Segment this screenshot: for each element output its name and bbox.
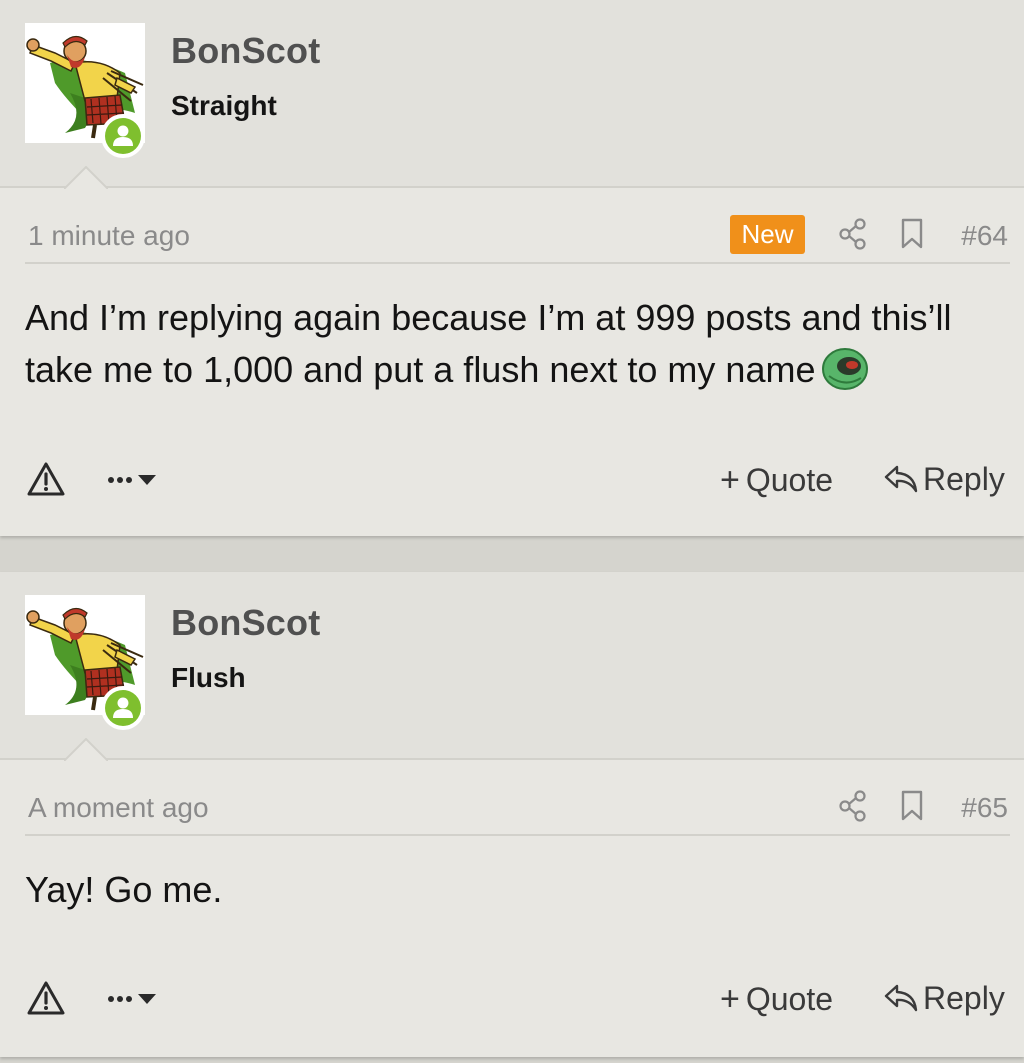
post-number[interactable]: #65 xyxy=(961,792,1008,824)
post-content: Yay! Go me. xyxy=(25,864,1010,916)
reply-label: Reply xyxy=(923,980,1005,1016)
bookmark-icon[interactable] xyxy=(900,218,924,250)
username[interactable]: BonScot xyxy=(171,30,320,72)
post-64: BonScot Straight 1 minute ago New #64 An… xyxy=(0,0,1024,536)
quote-label: Quote xyxy=(745,462,834,498)
post-text: Yay! Go me. xyxy=(25,869,223,910)
share-icon[interactable] xyxy=(838,790,868,822)
header-pointer xyxy=(64,166,108,189)
online-status-icon xyxy=(101,114,145,158)
quote-button[interactable]: + Quote xyxy=(720,461,833,500)
report-icon[interactable] xyxy=(27,980,65,1016)
share-icon[interactable] xyxy=(838,218,868,250)
post-user-header: BonScot Straight xyxy=(0,0,1024,188)
post-meta-row: 1 minute ago New #64 xyxy=(25,210,1010,264)
new-badge: New xyxy=(730,215,805,254)
post-actions: + Quote Reply xyxy=(25,455,1010,505)
post-content: And I’m replying again because I’m at 99… xyxy=(25,292,1010,396)
reply-icon xyxy=(884,984,918,1012)
post-meta-row: A moment ago #65 xyxy=(25,782,1010,836)
post-text: And I’m replying again because I’m at 99… xyxy=(25,297,952,390)
reply-button[interactable]: Reply xyxy=(883,461,1005,498)
post-number[interactable]: #64 xyxy=(961,220,1008,252)
post-65: BonScot Flush A moment ago #65 Yay! Go m… xyxy=(0,572,1024,1057)
post-user-header: BonScot Flush xyxy=(0,572,1024,760)
avatar[interactable] xyxy=(25,23,145,158)
timestamp[interactable]: A moment ago xyxy=(28,792,209,824)
user-title: Flush xyxy=(171,662,246,693)
plus-icon: + xyxy=(720,980,740,1018)
online-status-icon xyxy=(101,686,145,730)
avatar[interactable] xyxy=(25,595,145,730)
user-title: Straight xyxy=(171,90,277,121)
reply-icon xyxy=(884,465,918,493)
reply-button[interactable]: Reply xyxy=(883,980,1005,1017)
username[interactable]: BonScot xyxy=(171,602,320,644)
plus-icon: + xyxy=(720,461,740,499)
post-actions: + Quote Reply xyxy=(25,974,1010,1024)
timestamp[interactable]: 1 minute ago xyxy=(28,220,190,252)
bookmark-icon[interactable] xyxy=(900,790,924,822)
more-options-icon[interactable] xyxy=(105,982,167,1014)
more-options-icon[interactable] xyxy=(105,463,167,495)
report-icon[interactable] xyxy=(27,461,65,497)
reply-label: Reply xyxy=(923,461,1005,497)
header-pointer xyxy=(64,738,108,761)
quote-label: Quote xyxy=(745,981,834,1017)
smiley-icon xyxy=(822,348,869,390)
quote-button[interactable]: + Quote xyxy=(720,980,833,1019)
